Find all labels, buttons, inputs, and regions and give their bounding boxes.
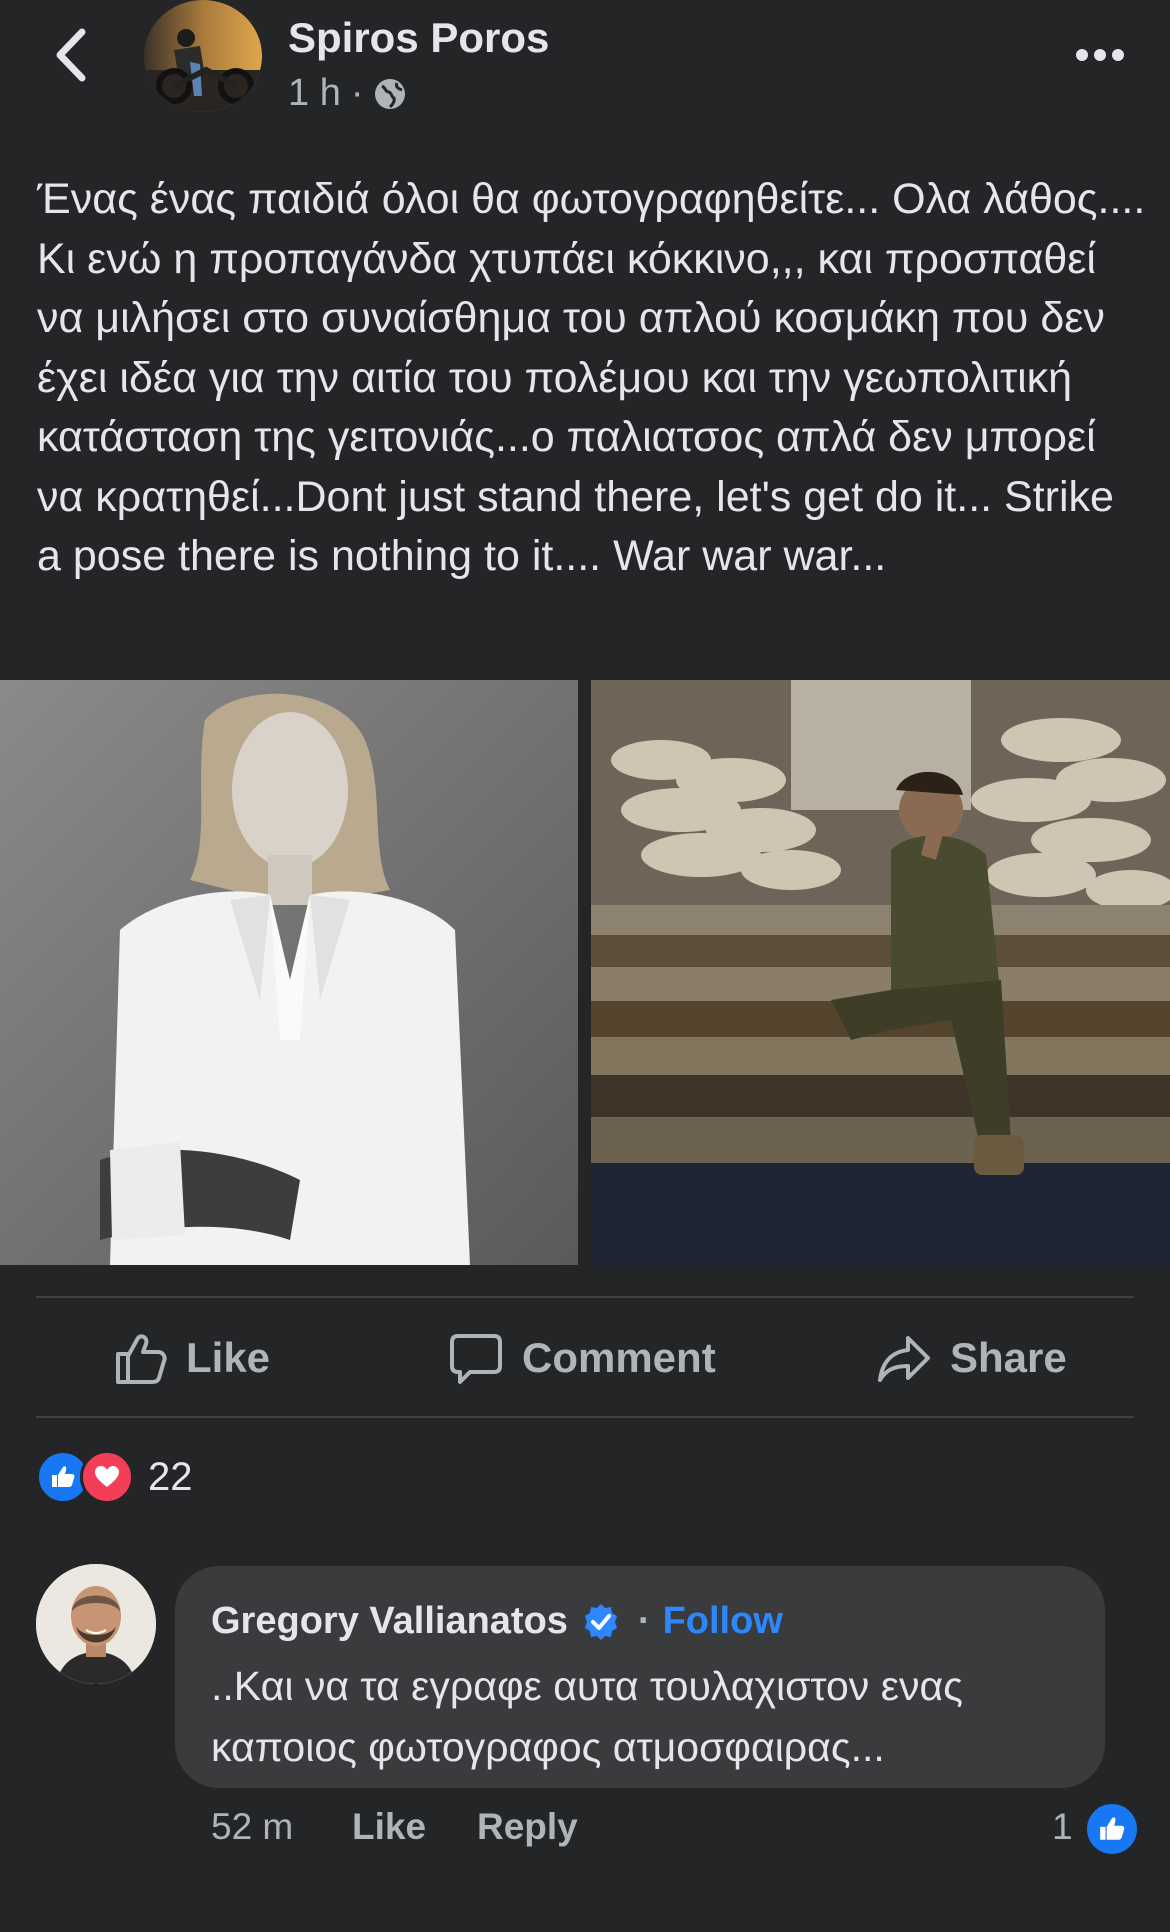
like-button[interactable]: Like bbox=[112, 1318, 270, 1398]
like-label: Like bbox=[186, 1334, 271, 1381]
commenter-name[interactable]: Gregory Vallianatos bbox=[211, 1600, 568, 1643]
share-button[interactable]: Share bbox=[876, 1318, 1067, 1398]
comment-reaction-count: 1 bbox=[1052, 1806, 1073, 1847]
comment-label: Comment bbox=[522, 1334, 716, 1381]
divider-bottom bbox=[36, 1416, 1134, 1418]
reactions-summary[interactable]: 22 bbox=[36, 1450, 193, 1504]
comment-like-button[interactable]: Like bbox=[352, 1806, 426, 1848]
post-time[interactable]: 1 h bbox=[288, 72, 341, 115]
meta-separator: · bbox=[350, 72, 364, 114]
more-horizontal-icon bbox=[1076, 49, 1124, 61]
comment-text: ..Και να τα εγραφε αυτα τουλαχιστον ενας… bbox=[211, 1663, 963, 1770]
thumbs-up-icon bbox=[116, 1334, 167, 1384]
post-text: Ένας ένας παιδιά όλοι θα φωτογραφηθείτε.… bbox=[37, 175, 1158, 580]
reaction-count: 22 bbox=[148, 1454, 193, 1499]
verified-badge-icon bbox=[584, 1603, 617, 1640]
more-options-button[interactable] bbox=[1060, 30, 1140, 80]
post-photo-man-on-stairs[interactable] bbox=[591, 680, 1170, 1265]
follow-button[interactable]: Follow bbox=[663, 1600, 783, 1643]
comment-button[interactable]: Comment bbox=[448, 1318, 716, 1398]
back-button[interactable] bbox=[40, 20, 100, 90]
share-arrow-icon bbox=[878, 1336, 930, 1382]
globe-icon bbox=[375, 78, 406, 109]
comment-bubble-icon bbox=[450, 1334, 502, 1384]
follow-separator: · bbox=[637, 1600, 651, 1642]
divider-top bbox=[36, 1296, 1134, 1298]
comment-reply-button[interactable]: Reply bbox=[477, 1806, 578, 1848]
comment-like-reaction-icon[interactable] bbox=[1084, 1801, 1140, 1857]
commenter-avatar[interactable] bbox=[36, 1564, 156, 1684]
chevron-left-icon bbox=[56, 28, 86, 82]
post-photo-woman[interactable] bbox=[0, 680, 578, 1265]
share-label: Share bbox=[950, 1334, 1067, 1381]
comment-time[interactable]: 52 m bbox=[211, 1806, 293, 1848]
comment-author-row: Gregory Vallianatos · Follow bbox=[211, 1600, 783, 1643]
post-meta: 1 h · bbox=[288, 72, 407, 115]
post-author-name[interactable]: Spiros Poros bbox=[288, 14, 549, 62]
love-reaction-icon bbox=[80, 1450, 134, 1504]
author-avatar[interactable] bbox=[144, 0, 262, 112]
